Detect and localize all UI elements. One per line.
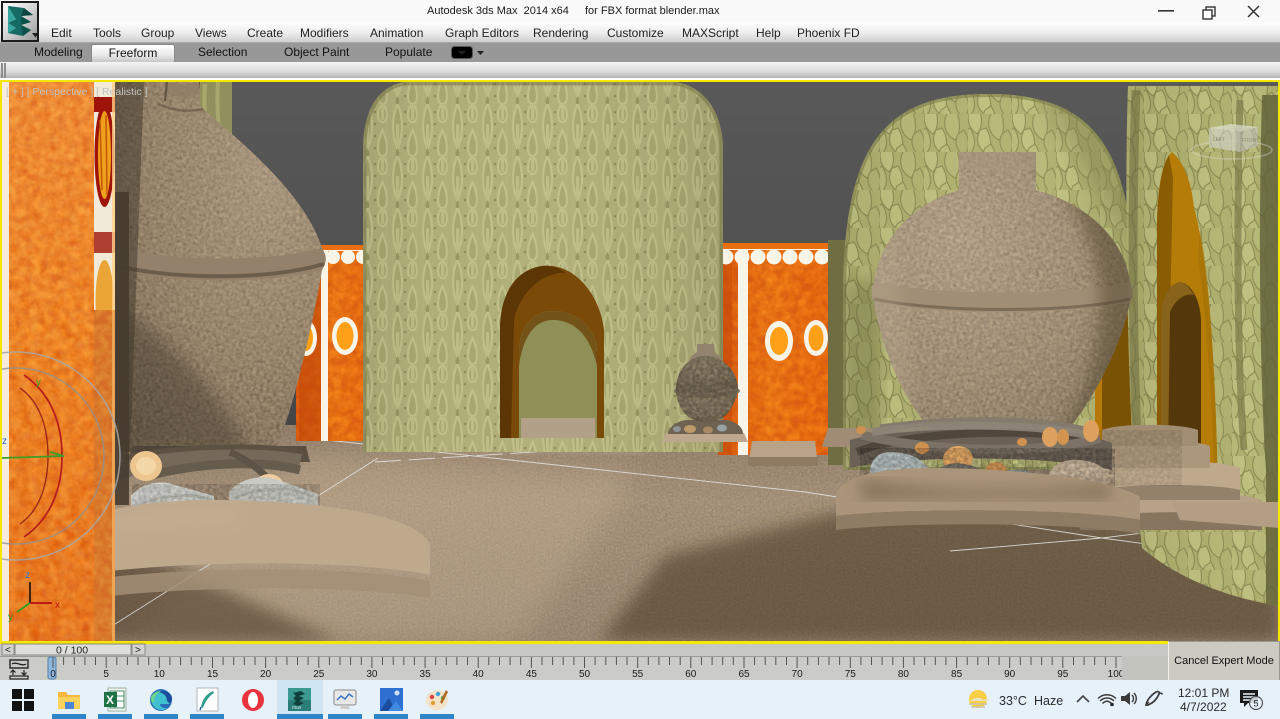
svg-text:65: 65 [738, 669, 750, 680]
svg-text:5: 5 [1254, 699, 1259, 709]
svg-text:FRONT: FRONT [1242, 138, 1259, 144]
svg-text:10: 10 [154, 669, 166, 680]
svg-text:0: 0 [50, 669, 56, 680]
svg-text:x: x [55, 600, 60, 611]
svg-text:35: 35 [420, 669, 432, 680]
svg-text:60: 60 [685, 669, 697, 680]
svg-text:15: 15 [207, 669, 219, 680]
svg-text:5: 5 [103, 669, 109, 680]
svg-text:Haze: Haze [1034, 694, 1063, 708]
svg-text:y: y [8, 612, 13, 623]
svg-text:>: > [135, 645, 141, 656]
svg-text:y: y [36, 377, 41, 388]
svg-text:90: 90 [1004, 669, 1016, 680]
svg-text:45: 45 [526, 669, 538, 680]
svg-text:75: 75 [845, 669, 857, 680]
svg-text:55: 55 [632, 669, 644, 680]
svg-text:25: 25 [313, 669, 325, 680]
svg-text:50: 50 [579, 669, 591, 680]
svg-text:30: 30 [366, 669, 378, 680]
svg-text:LEFT: LEFT [1213, 137, 1225, 143]
svg-text:20: 20 [260, 669, 272, 680]
svg-text:X: X [106, 693, 114, 707]
svg-text:z: z [2, 436, 7, 447]
svg-text:80: 80 [898, 669, 910, 680]
svg-text:0 / 100: 0 / 100 [56, 645, 88, 657]
svg-text:70: 70 [792, 669, 804, 680]
svg-text:max: max [292, 705, 302, 711]
svg-text:40: 40 [473, 669, 485, 680]
svg-text:12:01 PM: 12:01 PM [1178, 686, 1229, 700]
svg-text:95: 95 [1057, 669, 1069, 680]
svg-text:<: < [5, 645, 11, 656]
svg-text:[ + ] [ Perspective ] [ Realis: [ + ] [ Perspective ] [ Realistic ] [6, 86, 148, 98]
svg-text:z: z [25, 570, 30, 581]
svg-text:33°C: 33°C [999, 694, 1027, 708]
svg-text:4/7/2022: 4/7/2022 [1180, 700, 1227, 714]
svg-text:85: 85 [951, 669, 963, 680]
